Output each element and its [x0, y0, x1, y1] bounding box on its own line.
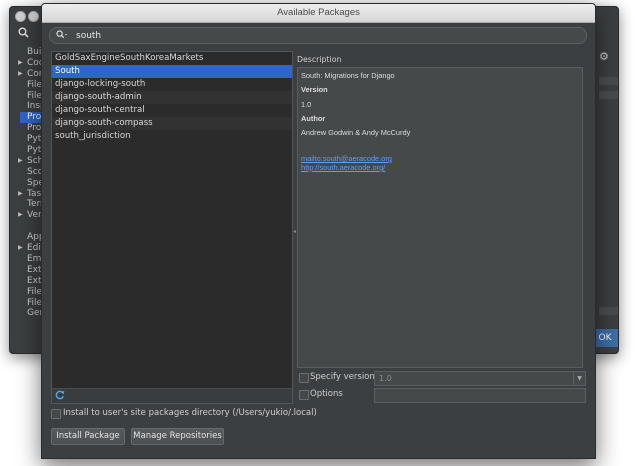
version-select-value: 1.0	[379, 374, 392, 383]
specify-version-checkbox[interactable]	[299, 373, 309, 383]
close-window-icon[interactable]	[15, 11, 26, 22]
homepage-link[interactable]: http://south.aeracode.org/	[301, 163, 385, 172]
author-heading: Author	[301, 114, 326, 123]
description-panel: South: Migrations for Django Version 1.0…	[297, 67, 583, 368]
refresh-icon[interactable]	[55, 390, 65, 403]
package-list-item[interactable]: django-south-compass	[52, 117, 292, 130]
package-search-box[interactable]	[49, 27, 587, 44]
package-list-item[interactable]: South	[52, 65, 292, 78]
version-select[interactable]: 1.0 ▼	[374, 371, 586, 386]
description-label: Description	[297, 55, 342, 64]
version-value: 1.0	[301, 100, 312, 109]
install-site-label: Install to user's site packages director…	[63, 408, 317, 418]
package-list-item[interactable]: django-south-central	[52, 104, 292, 117]
dialog-title: Available Packages	[277, 7, 360, 18]
package-list-item[interactable]: GoldSaxEngineSouthKoreaMarkets	[52, 52, 292, 65]
settings-search-icon[interactable]	[18, 27, 38, 47]
available-packages-dialog: Available Packages GoldSaxEngineSouthKor…	[41, 3, 596, 459]
specify-version-label: Specify version	[310, 372, 375, 382]
options-checkbox[interactable]	[299, 390, 309, 400]
gear-icon[interactable]: ⚙	[599, 50, 609, 63]
package-list-item[interactable]: django-locking-south	[52, 78, 292, 91]
author-value: Andrew Godwin & Andy McCurdy	[301, 128, 411, 137]
options-input[interactable]	[374, 388, 586, 403]
package-list-item[interactable]: south_jurisdiction	[52, 130, 292, 143]
package-list[interactable]: GoldSaxEngineSouthKoreaMarkets South djang…	[51, 51, 293, 404]
package-summary: South: Migrations for Django	[301, 71, 395, 80]
settings-divider	[599, 307, 618, 315]
mail-link[interactable]: mailto:south@aeracode.org	[301, 154, 392, 163]
settings-divider	[599, 91, 618, 99]
version-heading: Version	[301, 85, 328, 94]
title-bar[interactable]: Available Packages	[42, 4, 595, 23]
chevron-down-icon[interactable]: ▼	[573, 372, 585, 385]
package-list-item[interactable]: django-south-admin	[52, 91, 292, 104]
settings-divider	[599, 77, 618, 85]
split-handle[interactable]: ◂	[293, 228, 296, 235]
install-site-checkbox[interactable]	[51, 409, 61, 419]
package-search-input[interactable]	[76, 28, 566, 43]
search-icon[interactable]	[56, 28, 69, 43]
options-label: Options	[310, 389, 343, 399]
manage-repositories-button[interactable]: Manage Repositories	[131, 428, 224, 445]
install-package-button[interactable]: Install Package	[51, 428, 125, 445]
minimize-window-icon[interactable]	[28, 11, 39, 22]
package-list-footer	[52, 388, 292, 403]
